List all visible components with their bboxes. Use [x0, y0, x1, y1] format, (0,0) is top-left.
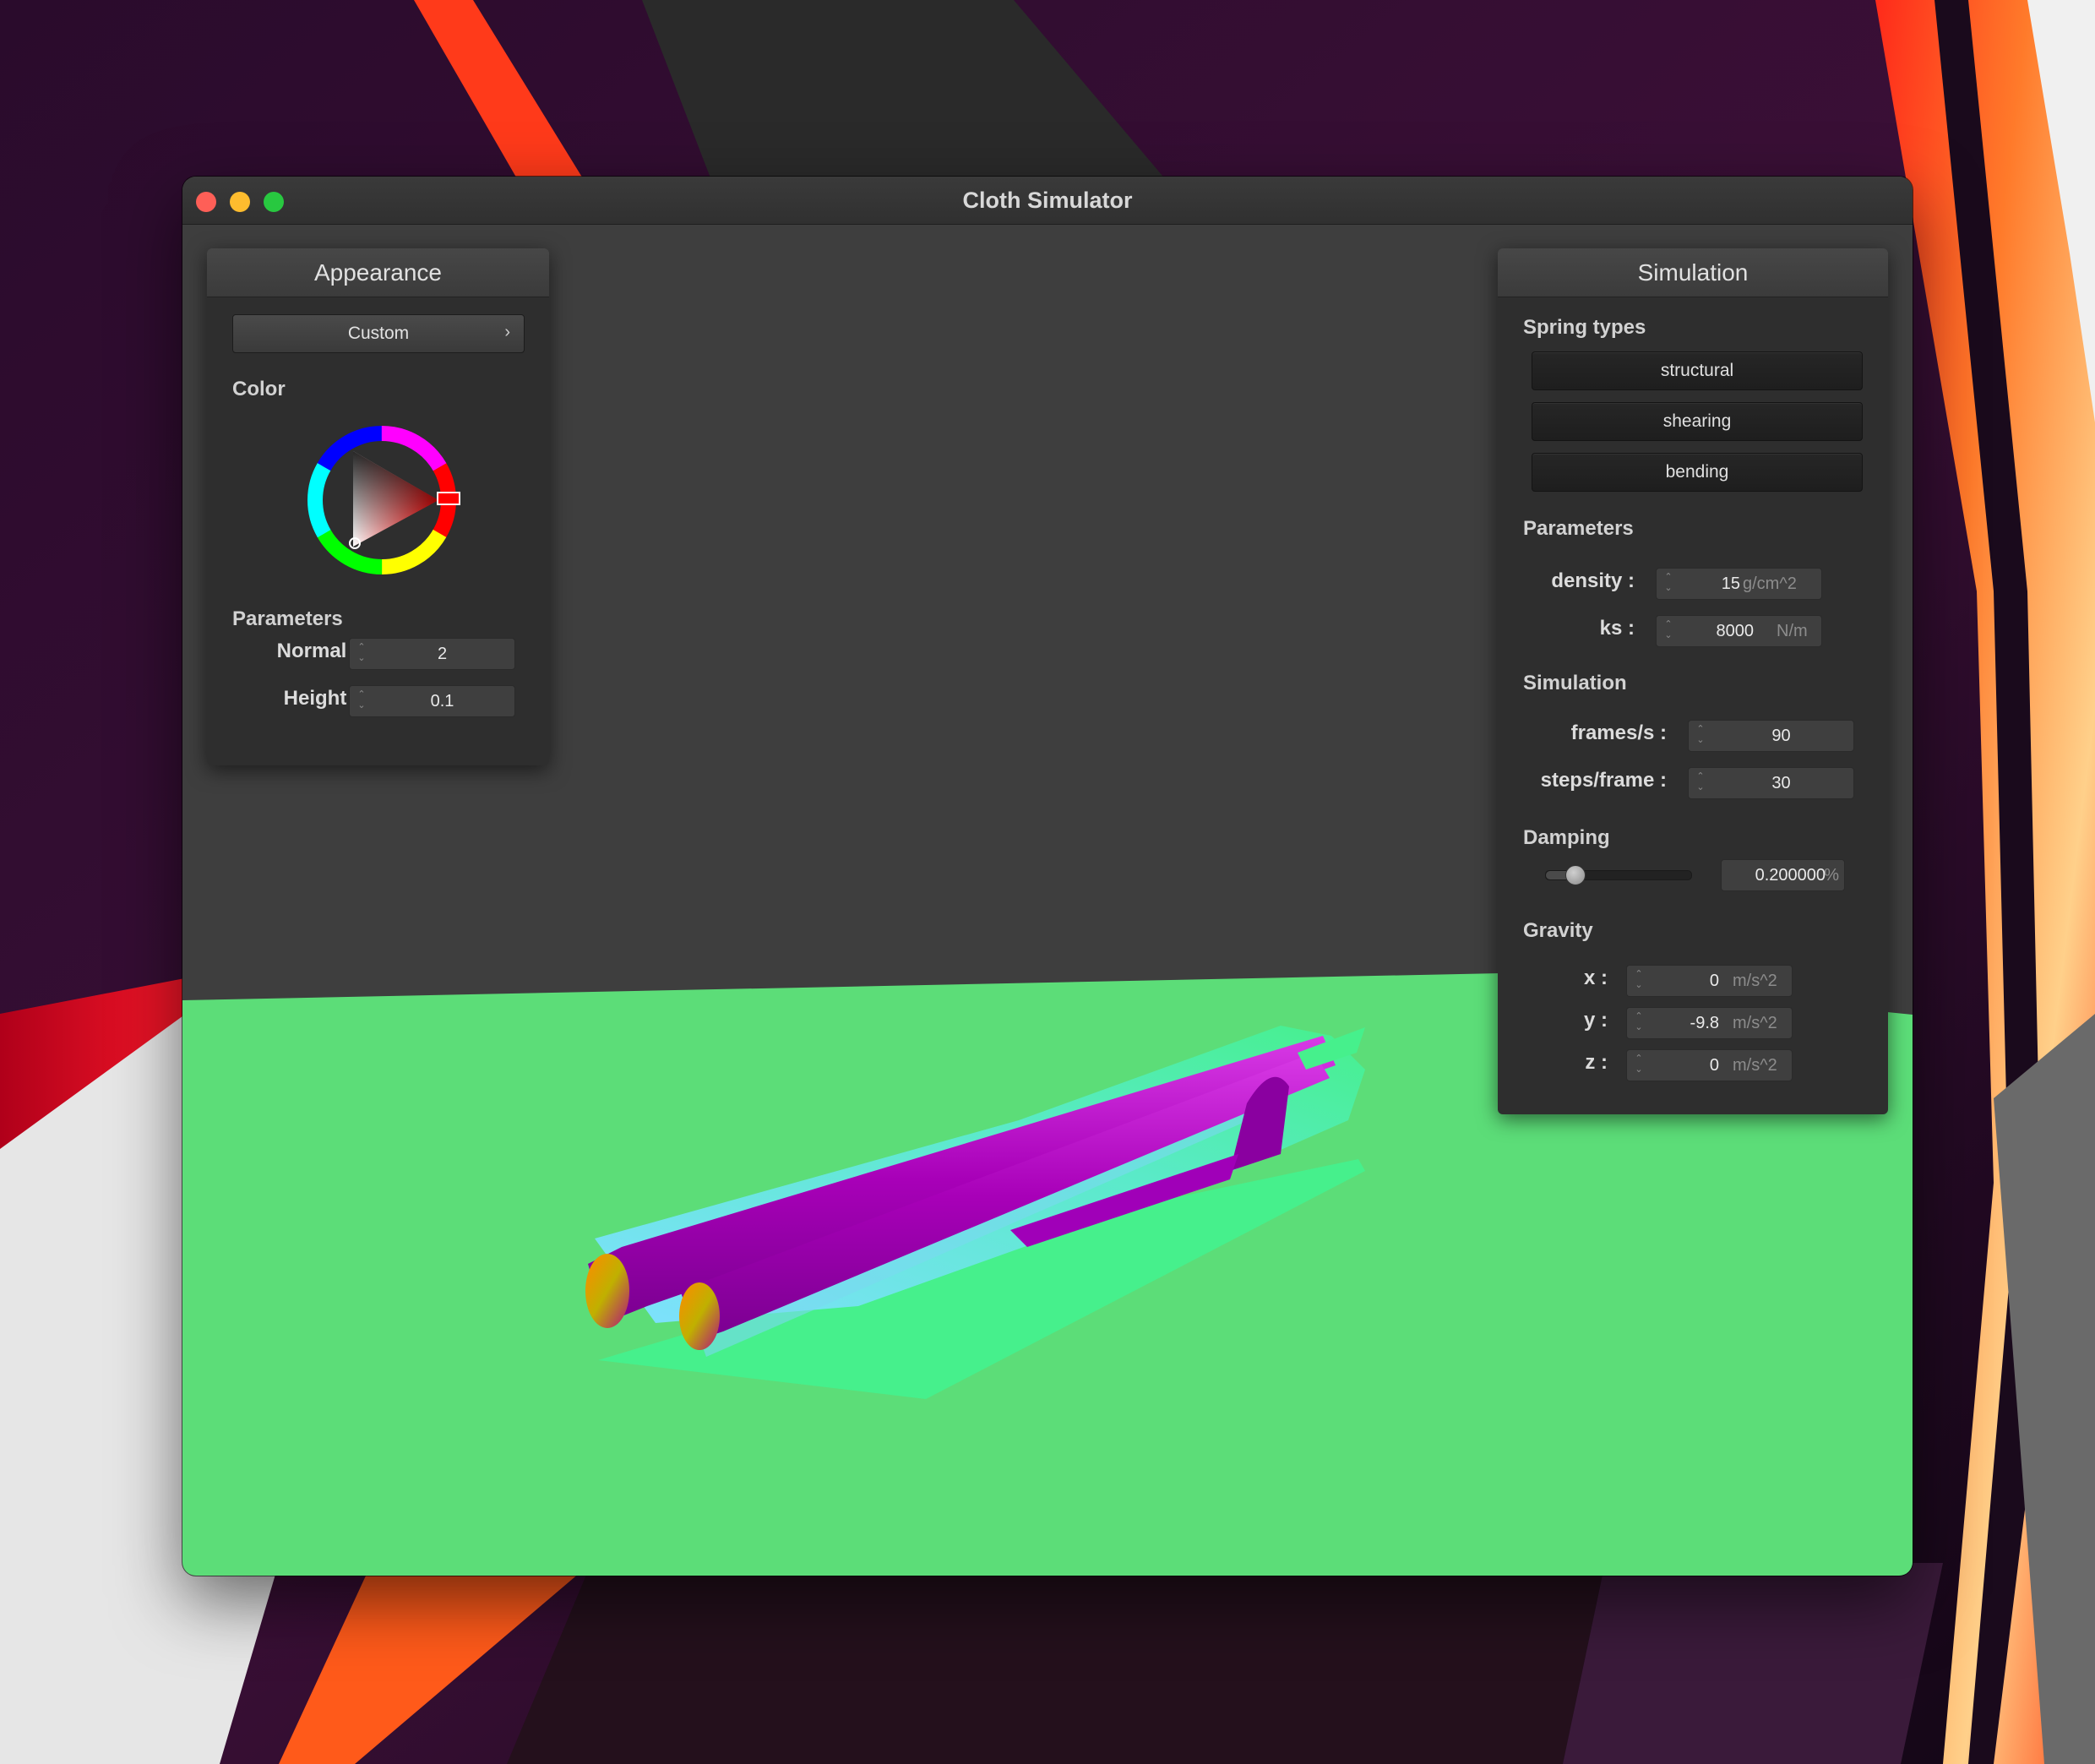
title-bar[interactable]: Cloth Simulator	[182, 177, 1913, 225]
gravity-z-input[interactable]: ⌃ ⌄ 0 m/s^2	[1626, 1049, 1793, 1081]
appearance-parameters-label: Parameters	[232, 607, 343, 630]
simulation-panel-header[interactable]: Simulation	[1498, 248, 1888, 297]
normal-label: Normal :	[276, 640, 359, 662]
color-label: Color	[232, 378, 286, 400]
preset-label: Custom	[347, 324, 410, 343]
stepper-icon[interactable]: ⌃ ⌄	[1634, 1054, 1644, 1075]
gravity-label: Gravity	[1523, 919, 1593, 942]
bending-toggle-button[interactable]: bending	[1532, 453, 1863, 492]
ks-input[interactable]: ⌃ ⌄ 8000 N/m	[1656, 615, 1822, 647]
structural-toggle-button[interactable]: structural	[1532, 351, 1863, 390]
simulation-section-label: Simulation	[1523, 672, 1627, 694]
stepper-icon[interactable]: ⌃ ⌄	[1695, 724, 1706, 746]
stepper-icon[interactable]: ⌃ ⌄	[356, 689, 367, 711]
stepper-icon[interactable]: ⌃ ⌄	[1634, 1011, 1644, 1033]
shearing-toggle-button[interactable]: shearing	[1532, 402, 1863, 441]
window-title: Cloth Simulator	[962, 188, 1133, 213]
color-wheel[interactable]	[302, 420, 462, 580]
simulation-panel: Simulation Spring types structural shear…	[1498, 248, 1888, 1114]
steps-per-frame-label: steps/frame :	[1540, 769, 1667, 792]
frames-per-second-input[interactable]: ⌃ ⌄ 90	[1688, 720, 1854, 752]
gravity-x-input[interactable]: ⌃ ⌄ 0 m/s^2	[1626, 965, 1793, 997]
density-label: density :	[1551, 569, 1635, 592]
gravity-z-label: z :	[1585, 1051, 1608, 1074]
stepper-icon[interactable]: ⌃ ⌄	[1695, 771, 1706, 793]
preset-dropdown-button[interactable]: Custom ›	[232, 314, 525, 353]
appearance-panel-header[interactable]: Appearance	[207, 248, 549, 297]
damping-input[interactable]: 0.200000 %	[1721, 859, 1845, 891]
height-input[interactable]: ⌃ ⌄ 0.1	[349, 685, 515, 717]
stepper-icon[interactable]: ⌃ ⌄	[356, 642, 367, 664]
gravity-y-label: y :	[1583, 1009, 1608, 1032]
damping-label: Damping	[1523, 826, 1610, 849]
ks-label: ks :	[1599, 617, 1635, 640]
gravity-y-input[interactable]: ⌃ ⌄ -9.8 m/s^2	[1626, 1007, 1793, 1039]
stepper-icon[interactable]: ⌃ ⌄	[1663, 619, 1673, 641]
damping-slider[interactable]	[1545, 865, 1692, 885]
chevron-right-icon: ›	[504, 323, 510, 341]
density-input[interactable]: ⌃ ⌄ 15 g/cm^2	[1656, 568, 1822, 600]
appearance-panel: Appearance Custom › Color Parameters Nor…	[207, 248, 549, 765]
frames-per-second-label: frames/s :	[1570, 721, 1667, 744]
hue-selector-handle	[437, 492, 460, 505]
gravity-x-label: x :	[1583, 966, 1608, 989]
spring-types-label: Spring types	[1523, 316, 1646, 339]
stepper-icon[interactable]: ⌃ ⌄	[1663, 572, 1673, 594]
damping-slider-knob[interactable]	[1565, 865, 1586, 885]
cloth-simulator-window: Cloth Simulator Appearance Custom › Colo…	[182, 177, 1913, 1576]
normal-input[interactable]: ⌃ ⌄ 2	[349, 638, 515, 670]
steps-per-frame-input[interactable]: ⌃ ⌄ 30	[1688, 767, 1854, 799]
stepper-icon[interactable]: ⌃ ⌄	[1634, 969, 1644, 991]
height-label: Height :	[283, 687, 359, 710]
simulation-parameters-label: Parameters	[1523, 517, 1634, 540]
